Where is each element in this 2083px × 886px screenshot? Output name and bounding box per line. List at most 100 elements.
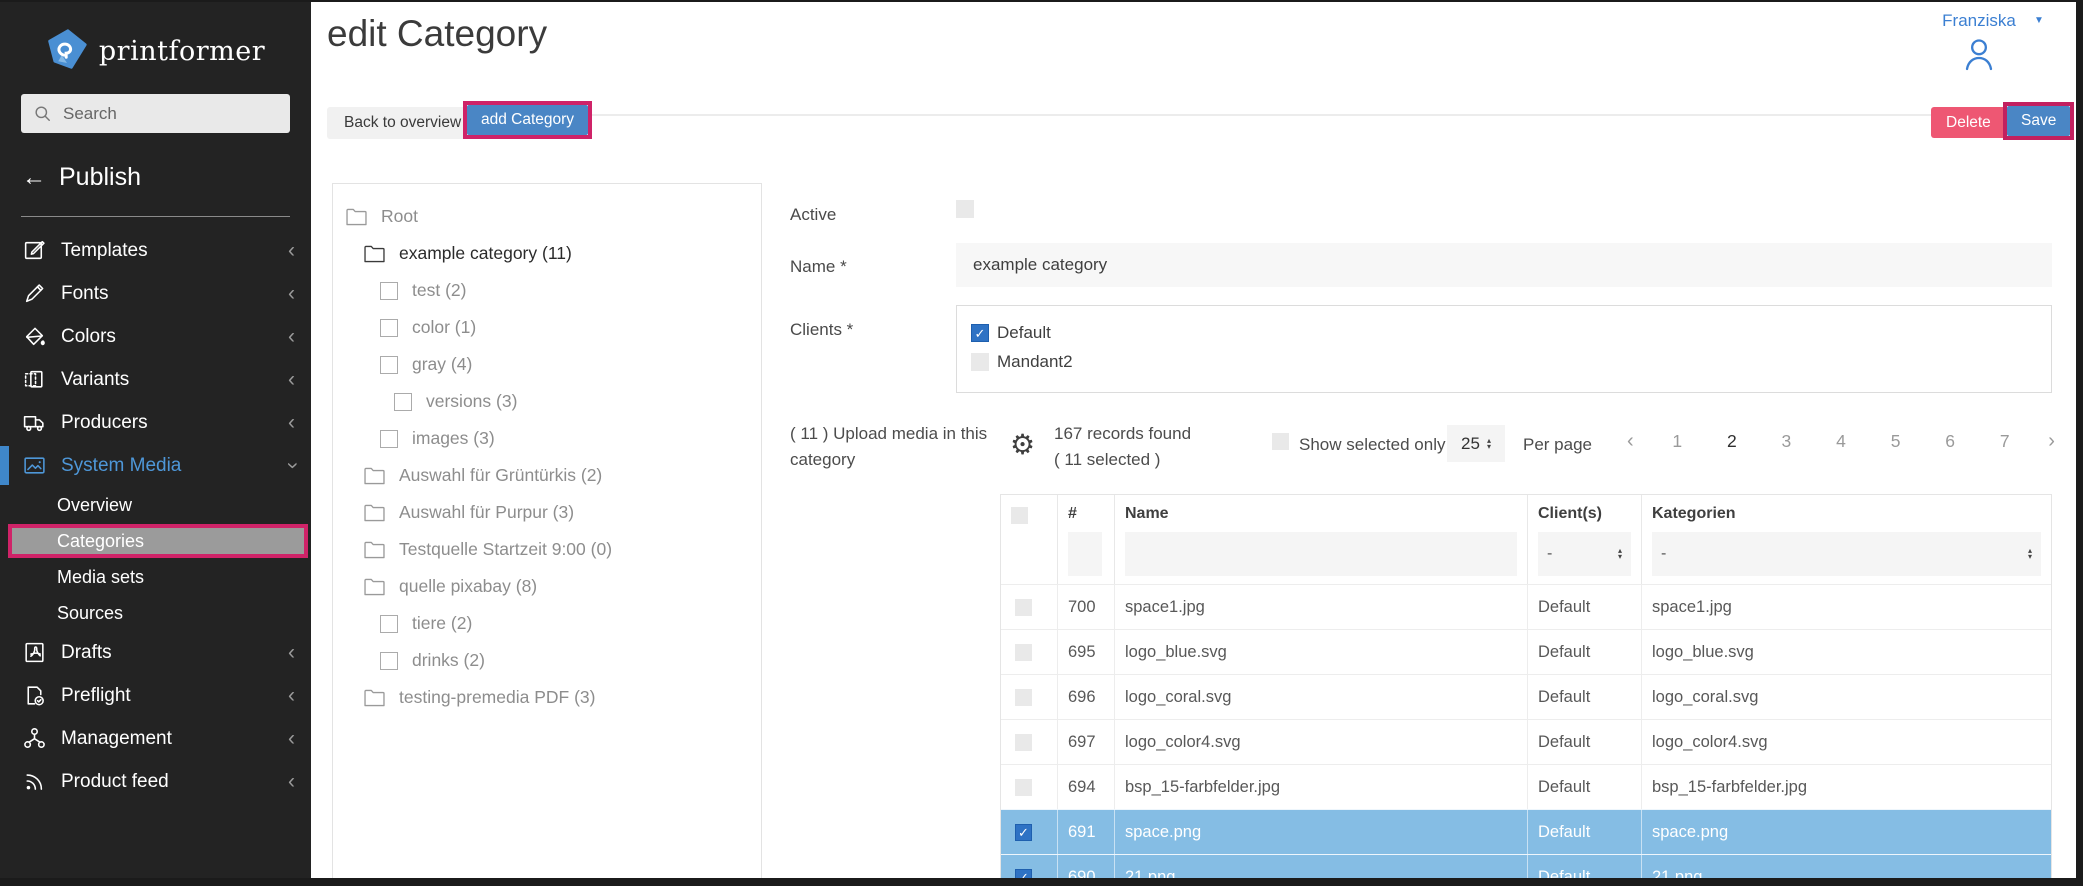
sidebar-item-variants[interactable]: Variants‹ [0,358,311,401]
back-to-overview-button[interactable]: Back to overview [327,107,478,139]
chevron-left-icon[interactable]: ‹ [288,412,295,433]
user-name[interactable]: Franziska ▼ [1942,11,2016,31]
chevron-left-icon[interactable]: ‹ [288,771,295,792]
active-checkbox[interactable] [956,200,974,218]
sidebar-item-templates[interactable]: Templates‹ [0,229,311,272]
name-filter-input[interactable] [1125,532,1517,576]
user-avatar-icon[interactable] [1959,34,1999,79]
column-label-name[interactable]: Name [1125,505,1517,525]
checkbox-square-icon[interactable] [380,615,398,633]
id-filter-input[interactable] [1068,532,1102,576]
per-page-select[interactable]: 25 ▴▾ [1447,425,1505,462]
page-5[interactable]: 5 [1885,431,1907,452]
table-row-697[interactable]: 697logo_color4.svgDefaultlogo_color4.svg [1001,719,2051,764]
tree-item-drinks-2[interactable]: drinks (2) [333,642,761,679]
table-row-695[interactable]: 695logo_blue.svgDefaultlogo_blue.svg [1001,629,2051,674]
page-2[interactable]: 2 [1721,431,1743,452]
tree-item-images-3[interactable]: images (3) [333,420,761,457]
row-select-cell [1001,585,1058,629]
tree-item-versions-3[interactable]: versions (3) [333,383,761,420]
tree-item-test-2[interactable]: test (2) [333,272,761,309]
sidebar-item-media-sets[interactable]: Media sets [0,559,311,595]
row-name: bsp_15-farbfelder.jpg [1115,765,1528,809]
save-button[interactable]: Save [2007,106,2070,136]
page-7[interactable]: 7 [1994,431,2016,452]
show-selected-checkbox[interactable] [1272,433,1289,450]
tree-item-quelle-pixabay-8[interactable]: quelle pixabay (8) [333,568,761,605]
checkbox-square-icon[interactable] [380,652,398,670]
sidebar-item-system-media[interactable]: System Media‹ [0,444,311,487]
checkbox-square-icon[interactable] [380,430,398,448]
brand-logo[interactable]: printformer [0,2,311,80]
prev-page-icon[interactable]: ‹ [1627,430,1634,453]
sidebar-item-preflight[interactable]: Preflight‹ [0,674,311,717]
sidebar-item-management[interactable]: Management‹ [0,717,311,760]
sidebar-item-overview[interactable]: Overview [0,487,311,523]
chevron-left-icon[interactable]: ‹ [288,240,295,261]
select-all-checkbox[interactable] [1011,507,1028,524]
records-count: 167 records found [1054,421,1191,447]
sidebar-item-colors[interactable]: Colors‹ [0,315,311,358]
column-label-client[interactable]: Client(s) [1538,505,1631,525]
tree-item-color-1[interactable]: color (1) [333,309,761,346]
next-page-icon[interactable]: › [2048,430,2055,453]
sidebar-item-sources[interactable]: Sources [0,595,311,631]
row-kategorien: logo_coral.svg [1642,675,2051,719]
checkbox-square-icon[interactable] [394,393,412,411]
column-label-id[interactable]: # [1068,505,1104,525]
page-1[interactable]: 1 [1666,431,1688,452]
tree-item-auswahl-f-r-gr-nt-rkis-2[interactable]: Auswahl für Grüntürkis (2) [333,457,761,494]
row-checkbox[interactable]: ✓ [1015,869,1032,886]
tree-item-auswahl-f-r-purpur-3[interactable]: Auswahl für Purpur (3) [333,494,761,531]
records-selected: ( 11 selected ) [1054,447,1191,473]
gear-icon[interactable]: ⚙ [1010,431,1035,459]
row-checkbox[interactable] [1015,734,1032,751]
client-checkbox-default[interactable]: ✓ [971,324,989,342]
row-checkbox[interactable] [1015,779,1032,796]
column-label-kategorien[interactable]: Kategorien [1652,505,2041,525]
client-checkbox-mandant2[interactable] [971,353,989,371]
sidebar-search-input[interactable]: Search [21,94,290,133]
sidebar-item-producers[interactable]: Producers‹ [0,401,311,444]
sidebar-item-categories[interactable]: Categories [8,524,308,558]
tree-item-root[interactable]: Root [333,198,761,235]
tree-item-tiere-2[interactable]: tiere (2) [333,605,761,642]
tree-item-label: gray (4) [412,354,472,375]
tree-item-testing-premedia-pdf-3[interactable]: testing-premedia PDF (3) [333,679,761,716]
tree-item-testquelle-startzeit-9-00-0[interactable]: Testquelle Startzeit 9:00 (0) [333,531,761,568]
tree-item-example-category-11[interactable]: example category (11) [333,235,761,272]
sidebar-back-publish[interactable]: ← Publish [22,163,311,192]
client-filter-select[interactable]: - ▴▾ [1538,532,1631,576]
table-row-690[interactable]: ✓69021.pngDefault21.png [1001,854,2051,886]
row-checkbox[interactable] [1015,599,1032,616]
user-menu[interactable]: Franziska ▼ [1924,11,2034,79]
checkbox-square-icon[interactable] [380,356,398,374]
chevron-down-icon[interactable]: ‹ [281,462,302,469]
chevron-left-icon[interactable]: ‹ [288,326,295,347]
chevron-left-icon[interactable]: ‹ [288,728,295,749]
chevron-left-icon[interactable]: ‹ [288,685,295,706]
tree-item-gray-4[interactable]: gray (4) [333,346,761,383]
table-row-691[interactable]: ✓691space.pngDefaultspace.png [1001,809,2051,854]
table-row-696[interactable]: 696logo_coral.svgDefaultlogo_coral.svg [1001,674,2051,719]
delete-button[interactable]: Delete [1931,107,2006,138]
checkbox-square-icon[interactable] [380,282,398,300]
row-checkbox[interactable]: ✓ [1015,824,1032,841]
chevron-left-icon[interactable]: ‹ [288,642,295,663]
row-checkbox[interactable] [1015,644,1032,661]
table-row-700[interactable]: 700space1.jpgDefaultspace1.jpg [1001,584,2051,629]
row-checkbox[interactable] [1015,689,1032,706]
page-3[interactable]: 3 [1775,431,1797,452]
kategorien-filter-select[interactable]: - ▴▾ [1652,532,2041,576]
sidebar-item-drafts[interactable]: Drafts‹ [0,631,311,674]
page-4[interactable]: 4 [1830,431,1852,452]
chevron-left-icon[interactable]: ‹ [288,283,295,304]
chevron-left-icon[interactable]: ‹ [288,369,295,390]
sidebar-item-fonts[interactable]: Fonts‹ [0,272,311,315]
table-row-694[interactable]: 694bsp_15-farbfelder.jpgDefaultbsp_15-fa… [1001,764,2051,809]
add-category-button[interactable]: add Category [467,105,588,135]
name-input[interactable] [956,243,2052,287]
page-6[interactable]: 6 [1939,431,1961,452]
sidebar-item-product-feed[interactable]: Product feed‹ [0,760,311,803]
checkbox-square-icon[interactable] [380,319,398,337]
